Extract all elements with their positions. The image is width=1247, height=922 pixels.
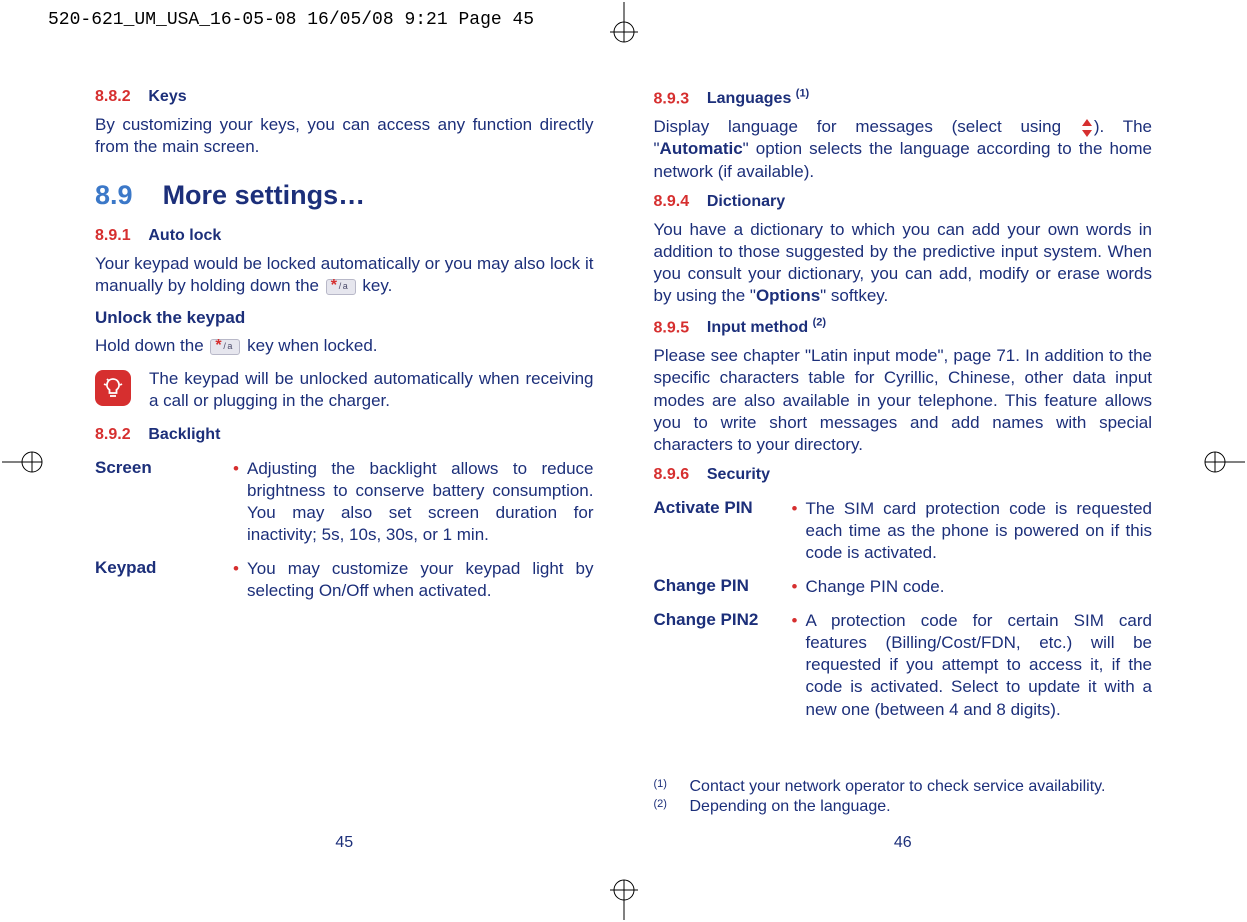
text: Hold down the xyxy=(95,336,208,355)
definition-term: Change PIN xyxy=(654,576,792,596)
section-title: Backlight xyxy=(148,426,220,443)
section-number: 8.9.6 xyxy=(654,466,690,483)
crop-mark-top xyxy=(602,2,646,46)
section-number: 8.9.4 xyxy=(654,193,690,210)
section-8-9-3-heading: 8.9.3 Languages (1) xyxy=(654,88,1153,108)
definition-desc: • A protection code for certain SIM card … xyxy=(792,610,1153,720)
section-8-9-heading: 8.9 More settings… xyxy=(95,180,594,211)
footnote-text: Contact your network operator to check s… xyxy=(690,778,1106,796)
footnotes: (1) Contact your network operator to che… xyxy=(654,776,1153,826)
bullet-icon: • xyxy=(792,576,798,598)
footnote-1: (1) Contact your network operator to che… xyxy=(654,778,1153,796)
definition-row-activate-pin: Activate PIN • The SIM card protection co… xyxy=(654,498,1153,564)
footnote-mark: (1) xyxy=(654,778,676,796)
print-header: 520-621_UM_USA_16-05-08 16/05/08 9:21 Pa… xyxy=(48,10,534,30)
section-title: Auto lock xyxy=(148,227,221,244)
section-title: Input method (2) xyxy=(707,319,826,336)
section-title: Keys xyxy=(148,88,186,105)
section-8-9-4-heading: 8.9.4 Dictionary xyxy=(654,193,1153,211)
definition-row-change-pin2: Change PIN2 • A protection code for certa… xyxy=(654,610,1153,720)
section-8-9-6-heading: 8.9.6 Security xyxy=(654,466,1153,484)
text: Adjusting the backlight allows to reduce… xyxy=(247,459,594,544)
section-number: 8.8.2 xyxy=(95,88,131,105)
document-spread: 520-621_UM_USA_16-05-08 16/05/08 9:21 Pa… xyxy=(0,0,1247,922)
section-8-9-5-heading: 8.9.5 Input method (2) xyxy=(654,317,1153,337)
text: You may customize your keypad light by s… xyxy=(247,559,594,600)
text: Display language for messages (select us… xyxy=(654,117,1080,136)
text-bold: Automatic xyxy=(660,139,743,158)
section-title: Dictionary xyxy=(707,193,785,210)
section-8-8-2-heading: 8.8.2 Keys xyxy=(95,88,594,106)
section-8-9-2-heading: 8.9.2 Backlight xyxy=(95,426,594,444)
nav-key-icon xyxy=(1082,119,1092,137)
text: Languages xyxy=(707,90,796,107)
text: Input method xyxy=(707,319,813,336)
section-title: More settings… xyxy=(163,180,366,210)
definition-desc: • The SIM card protection code is request… xyxy=(792,498,1153,564)
section-8-9-1-body: Your keypad would be locked automaticall… xyxy=(95,253,594,297)
unlock-body: Hold down the key when locked. xyxy=(95,335,594,357)
section-title: Security xyxy=(707,466,770,483)
bullet-icon: • xyxy=(792,610,798,632)
page-right: 8.9.3 Languages (1) Display language for… xyxy=(654,82,1153,852)
definition-row-keypad: Keypad • You may customize your keypad li… xyxy=(95,558,594,602)
crop-mark-right xyxy=(1201,440,1245,484)
definition-term: Screen xyxy=(95,458,233,478)
page-number: 46 xyxy=(654,834,1153,852)
bullet-icon: • xyxy=(233,458,239,480)
section-number: 8.9.5 xyxy=(654,319,690,336)
section-number: 8.9.3 xyxy=(654,90,690,107)
section-8-9-3-body: Display language for messages (select us… xyxy=(654,116,1153,182)
note-callout: The keypad will be unlocked automaticall… xyxy=(95,368,594,412)
footnote-mark: (2) xyxy=(654,798,676,816)
section-8-9-4-body: You have a dictionary to which you can a… xyxy=(654,219,1153,307)
unlock-heading: Unlock the keypad xyxy=(95,307,594,329)
star-key-icon xyxy=(210,339,240,355)
text: The SIM card protection code is requeste… xyxy=(806,499,1153,562)
crop-mark-bottom xyxy=(602,876,646,920)
text: key when locked. xyxy=(242,336,377,355)
section-8-9-5-body: Please see chapter "Latin input mode", p… xyxy=(654,345,1153,455)
note-text: The keypad will be unlocked automaticall… xyxy=(149,368,594,412)
text: A protection code for certain SIM card f… xyxy=(806,611,1153,718)
definition-desc: • Adjusting the backlight allows to reduc… xyxy=(233,458,594,546)
definition-term: Change PIN2 xyxy=(654,610,792,630)
definition-desc: • You may customize your keypad light by … xyxy=(233,558,594,602)
section-title: Languages (1) xyxy=(707,90,809,107)
text: You have a dictionary to which you can a… xyxy=(654,220,1153,305)
star-key-icon xyxy=(326,279,356,295)
lightbulb-icon xyxy=(95,370,131,406)
bullet-icon: • xyxy=(233,558,239,580)
section-number: 8.9.1 xyxy=(95,227,131,244)
bullet-icon: • xyxy=(792,498,798,520)
text-bold: Options xyxy=(756,286,820,305)
footnote-2: (2) Depending on the language. xyxy=(654,798,1153,816)
definition-row-screen: Screen • Adjusting the backlight allows t… xyxy=(95,458,594,546)
superscript: (2) xyxy=(813,317,826,329)
superscript: (1) xyxy=(796,88,809,100)
definition-desc: • Change PIN code. xyxy=(792,576,1153,598)
section-8-8-2-body: By customizing your keys, you can access… xyxy=(95,114,594,158)
footnote-text: Depending on the language. xyxy=(690,798,891,816)
text: key. xyxy=(358,276,393,295)
crop-mark-left xyxy=(2,440,46,484)
page-left: 8.8.2 Keys By customizing your keys, you… xyxy=(95,82,594,852)
section-number: 8.9.2 xyxy=(95,426,131,443)
text: " softkey. xyxy=(820,286,888,305)
text: Change PIN code. xyxy=(806,577,945,596)
section-8-9-1-heading: 8.9.1 Auto lock xyxy=(95,227,594,245)
definition-term: Keypad xyxy=(95,558,233,578)
definition-term: Activate PIN xyxy=(654,498,792,518)
section-number: 8.9 xyxy=(95,180,133,210)
page-number: 45 xyxy=(95,834,594,852)
definition-row-change-pin: Change PIN • Change PIN code. xyxy=(654,576,1153,598)
